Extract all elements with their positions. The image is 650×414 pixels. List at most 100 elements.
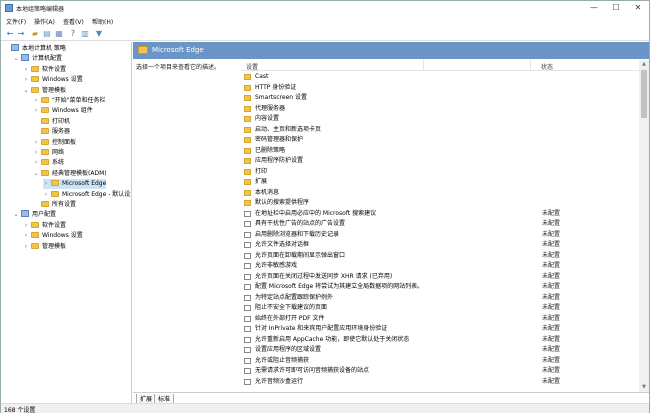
policy-row[interactable]: 设置应用程序的区域设置 未配置 [242, 345, 637, 355]
export-list-icon[interactable]: ▦ [54, 29, 64, 39]
tree-node[interactable]: 打印机 [33, 117, 70, 127]
tree-node-label: 经典管理模板(ADM) [52, 169, 107, 177]
minimize-button[interactable]: — [583, 2, 605, 14]
properties-icon[interactable]: ▥ [80, 29, 90, 39]
tree-node[interactable]: 所有设置 [33, 200, 76, 210]
policy-setting-icon [244, 315, 251, 322]
column-divider[interactable] [423, 60, 424, 71]
tree-node[interactable]: › Microsoft Edge - 默认设置 [43, 190, 131, 200]
expand-toggle-icon[interactable]: ⌄ [13, 54, 19, 64]
expand-toggle-icon[interactable]: › [33, 158, 39, 168]
category-row[interactable]: 启动、主页和新选项卡页 [242, 125, 637, 135]
policy-row[interactable]: 在地址栏中启用必应中的 Microsoft 搜索建议 未配置 [242, 209, 637, 219]
tree-node[interactable]: › 管理模板 [23, 242, 66, 252]
menu-action[interactable]: 操作(A) [34, 17, 55, 26]
menu-file[interactable]: 文件(F) [6, 17, 26, 26]
column-setting[interactable]: 设置 [246, 62, 258, 71]
expand-toggle-icon[interactable]: › [33, 96, 39, 106]
policy-row[interactable]: 允许或阻止音频捕获 未配置 [242, 356, 637, 366]
tree-node[interactable]: › 系统 [33, 158, 64, 168]
category-row[interactable]: 应用程序防护设置 [242, 156, 637, 166]
expand-toggle-icon[interactable]: ⌄ [13, 210, 19, 220]
category-row[interactable]: Smartscreen 设置 [242, 93, 637, 103]
category-row[interactable]: 本机消息 [242, 188, 637, 198]
policy-row[interactable]: 允许页面在关闭过程中发送同步 XHR 请求 (已弃用) 未配置 [242, 272, 637, 282]
column-divider[interactable] [530, 60, 531, 71]
vertical-scrollbar[interactable]: ▲ ▼ [639, 60, 649, 392]
scroll-down-icon[interactable]: ▼ [639, 383, 649, 392]
policy-row[interactable]: 配置 Microsoft Edge 将尝试为其建立全局数据项的网站列表。 未配置 [242, 282, 637, 292]
tree-node[interactable]: ⌄ 经典管理模板(ADM) [33, 169, 107, 179]
expand-toggle-icon[interactable]: › [23, 242, 29, 252]
tree-node[interactable]: 本地计算机 策略 [3, 44, 66, 54]
setting-state: 未配置 [542, 272, 561, 280]
policy-row[interactable]: 阻止不安全下载建议的页面 未配置 [242, 303, 637, 313]
expand-toggle-icon[interactable]: ⌄ [33, 169, 39, 179]
category-row[interactable]: 扩展 [242, 177, 637, 187]
tree-node[interactable]: › Windows 设置 [23, 75, 83, 85]
category-row[interactable]: 密码管理器和保护 [242, 135, 637, 145]
tree-node[interactable]: › 控制面板 [33, 138, 76, 148]
expand-toggle-icon[interactable]: › [33, 138, 39, 148]
setting-state: 未配置 [542, 262, 561, 269]
column-state[interactable]: 状态 [541, 62, 553, 71]
tree-node[interactable]: ⌄ 管理模板 [23, 86, 66, 96]
forward-icon[interactable]: → [16, 29, 26, 39]
expand-toggle-icon[interactable]: › [33, 106, 39, 116]
expand-toggle-icon[interactable]: › [33, 148, 39, 158]
category-row[interactable]: 内容设置 [242, 114, 637, 124]
help-icon[interactable]: ? [68, 29, 78, 39]
tree-node[interactable]: › 网络 [33, 148, 64, 158]
filter-icon[interactable]: ▼ [94, 29, 104, 39]
expand-toggle-icon[interactable]: ⌄ [23, 86, 29, 96]
expand-toggle-icon[interactable]: › [23, 221, 29, 231]
tree-node[interactable]: › Windows 设置 [23, 231, 83, 241]
folder-icon [244, 189, 251, 196]
tree-node[interactable]: › 软件设置 [23, 221, 66, 231]
setting-state: 未配置 [542, 314, 561, 322]
policy-row[interactable]: 允许文件选择对话框 未配置 [242, 240, 637, 250]
category-row[interactable]: 代理服务器 [242, 104, 637, 114]
policy-row[interactable]: 允许非敏感游戏 未配置 [242, 261, 637, 271]
expand-toggle-icon[interactable]: › [23, 75, 29, 85]
scroll-up-icon[interactable]: ▲ [639, 60, 649, 69]
close-button[interactable]: ✕ [627, 2, 649, 14]
tree-node[interactable]: ⌄ 用户配置 [13, 210, 56, 220]
policy-row[interactable]: 允许重新启用 AppCache 功能，即使它默认处于关闭状态 未配置 [242, 335, 637, 345]
tree-node[interactable]: › 软件设置 [23, 65, 66, 75]
menu-help[interactable]: 帮助(H) [92, 17, 113, 26]
tree-node[interactable]: › "开始"菜单和任务栏 [33, 96, 106, 106]
tree-node-label: 本地计算机 策略 [22, 45, 66, 52]
up-folder-icon[interactable]: ▰ [30, 29, 40, 39]
category-row[interactable]: 已删除策略 [242, 146, 637, 156]
expand-toggle-icon[interactable]: › [23, 231, 29, 241]
policy-row[interactable]: 具有干扰性广告的站点的广告设置 未配置 [242, 219, 637, 229]
setting-name: HTTP 身份验证 [255, 83, 297, 91]
policy-row[interactable]: 允许音频沙盒运行 未配置 [242, 377, 637, 387]
expand-toggle-icon[interactable]: › [23, 65, 29, 75]
show-hide-tree-icon[interactable]: ▤ [42, 29, 52, 39]
policy-setting-icon [244, 305, 251, 311]
category-row[interactable]: Cast [242, 72, 637, 82]
policy-row[interactable]: 启用删除浏览器和下载历史记录 未配置 [242, 230, 637, 240]
scrollbar-thumb[interactable] [641, 70, 647, 118]
category-row[interactable]: 打印 [242, 167, 637, 177]
category-row[interactable]: 默认的搜索提供程序 [242, 198, 637, 208]
expand-toggle-icon[interactable]: › [43, 190, 49, 200]
tree-node[interactable]: › Windows 组件 [33, 106, 93, 116]
description-text: 选择一个项目来查看它的描述。 [136, 64, 221, 71]
category-row[interactable]: HTTP 身份验证 [242, 83, 637, 93]
policy-row[interactable]: 为特定站点配置跟踪保护例外 未配置 [242, 293, 637, 303]
policy-row[interactable]: 始终在外部打开 PDF 文件 未配置 [242, 314, 637, 324]
tree-node-label: 打印机 [52, 117, 71, 125]
tree-node[interactable]: 服务器 [33, 127, 70, 137]
tree-node[interactable]: › Microsoft Edge [43, 179, 107, 190]
policy-row[interactable]: 针对 InPrivate 和来宾用户配置应用环境身份验证 未配置 [242, 324, 637, 334]
back-icon[interactable]: ← [5, 29, 15, 39]
tree-node[interactable]: ⌄ 计算机配置 [13, 54, 62, 64]
menu-view[interactable]: 查看(V) [63, 17, 84, 26]
expand-toggle-icon[interactable]: › [43, 179, 49, 189]
maximize-button[interactable]: ☐ [605, 2, 627, 14]
policy-row[interactable]: 无需请求许可即可访问音频捕获设备的站点 未配置 [242, 366, 637, 376]
policy-row[interactable]: 允许页面在卸载期间显示弹出窗口 未配置 [242, 251, 637, 261]
